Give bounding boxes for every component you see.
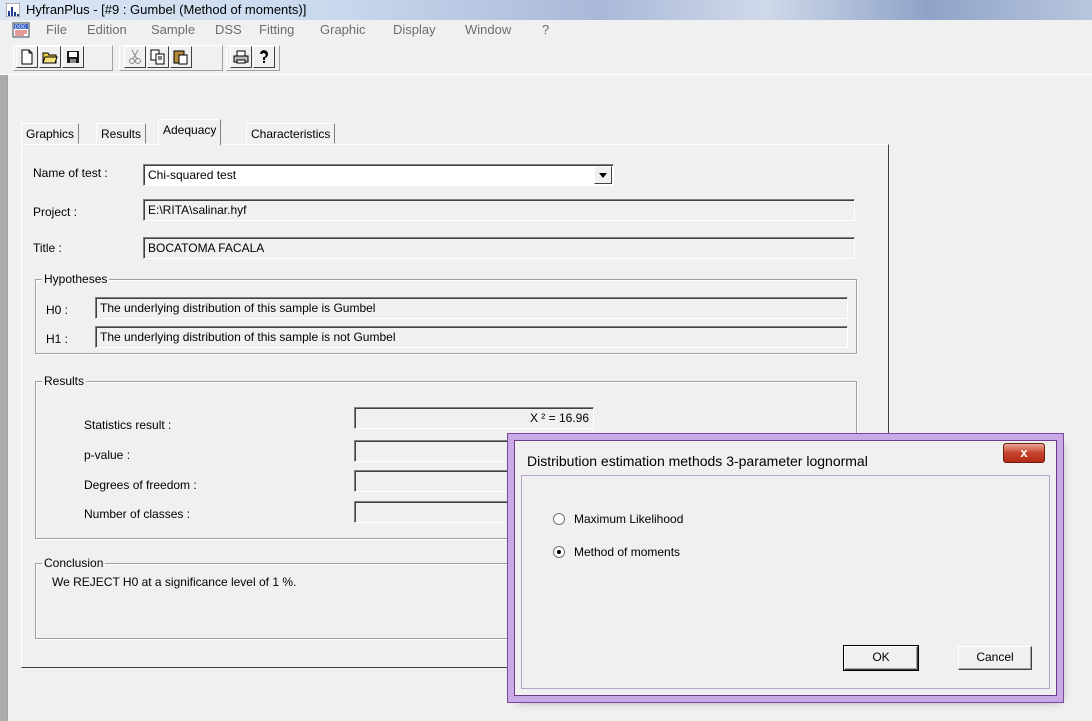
open-button[interactable]: [39, 46, 61, 68]
results-legend: Results: [42, 374, 87, 388]
h0-field: The underlying distribution of this samp…: [95, 297, 848, 319]
h1-label: H1 :: [46, 332, 69, 346]
radio-maximum-likelihood[interactable]: [553, 513, 565, 525]
menu-sample[interactable]: Sample: [151, 22, 195, 37]
test-name-select[interactable]: Chi-squared test: [143, 164, 614, 186]
new-button[interactable]: [16, 46, 38, 68]
print-icon: [233, 50, 249, 64]
chevron-down-icon: [599, 172, 607, 178]
menu-file[interactable]: File: [46, 22, 67, 37]
project-field: E:\RITA\salinar.hyf: [143, 199, 855, 221]
paste-button[interactable]: [170, 46, 192, 68]
project-label: Project :: [33, 205, 78, 219]
menu-bar: DOC File Edition Sample DSS Fitting Grap…: [0, 20, 1092, 40]
conclusion-text: We REJECT H0 at a significance level of …: [52, 575, 297, 589]
menu-edition[interactable]: Edition: [87, 22, 127, 37]
menu-window[interactable]: Window: [465, 22, 511, 37]
menu-graphic[interactable]: Graphic: [320, 22, 366, 37]
option-maximum-likelihood[interactable]: Maximum Likelihood: [553, 511, 733, 527]
tab-graphics[interactable]: Graphics: [21, 123, 80, 144]
h0-value: The underlying distribution of this samp…: [100, 301, 376, 315]
svg-text:DOC: DOC: [15, 25, 27, 31]
open-folder-icon: [42, 52, 58, 64]
dof-label: Degrees of freedom :: [84, 478, 197, 492]
dropdown-button[interactable]: [594, 166, 612, 184]
paste-icon: [173, 50, 188, 65]
conclusion-legend: Conclusion: [42, 556, 106, 570]
statistics-value: X ² = 16.96: [529, 411, 589, 425]
radio-method-of-moments[interactable]: [553, 546, 565, 558]
copy-icon: [150, 49, 165, 65]
tab-characteristics[interactable]: Characteristics: [246, 123, 336, 144]
test-name-value: Chi-squared test: [148, 168, 237, 182]
copy-button[interactable]: [147, 46, 169, 68]
menu-help[interactable]: ?: [542, 22, 549, 37]
hypotheses-legend: Hypotheses: [42, 272, 110, 286]
dialog-title: Distribution estimation methods 3-parame…: [527, 453, 868, 469]
app-chart-icon: [6, 3, 20, 17]
option-label: Maximum Likelihood: [574, 512, 684, 526]
menu-fitting[interactable]: Fitting: [259, 22, 294, 37]
new-icon: [21, 49, 33, 65]
option-label: Method of moments: [574, 545, 681, 559]
pvalue-label: p-value :: [84, 448, 131, 462]
print-button[interactable]: [230, 46, 252, 68]
project-value: E:\RITA\salinar.hyf: [148, 203, 247, 217]
h1-value: The underlying distribution of this samp…: [100, 330, 396, 344]
cut-icon: [129, 49, 141, 64]
save-button[interactable]: [62, 46, 84, 68]
save-icon: [67, 51, 79, 63]
h1-field: The underlying distribution of this samp…: [95, 326, 848, 348]
toolbar: [0, 40, 1092, 75]
tab-adequacy[interactable]: Adequacy: [158, 119, 222, 145]
menu-display[interactable]: Display: [393, 22, 436, 37]
test-name-label: Name of test :: [33, 166, 108, 180]
close-button[interactable]: x: [1003, 443, 1045, 463]
title-label: Title :: [33, 241, 62, 255]
title-value: BOCATOMA FACALA: [148, 241, 265, 255]
tab-results[interactable]: Results: [96, 123, 147, 144]
title-field: BOCATOMA FACALA: [143, 237, 855, 259]
classes-label: Number of classes :: [84, 507, 191, 521]
ok-button[interactable]: OK: [843, 645, 919, 671]
dialog-body: Maximum Likelihood Method of moments OK …: [521, 475, 1050, 689]
menu-dss[interactable]: DSS: [215, 22, 242, 37]
close-icon: x: [1020, 445, 1028, 460]
h0-label: H0 :: [46, 303, 69, 317]
window-title: HyfranPlus - [#9 : Gumbel (Method of mom…: [26, 2, 307, 17]
estimation-method-dialog: Distribution estimation methods 3-parame…: [514, 440, 1057, 696]
cancel-button[interactable]: Cancel: [958, 646, 1032, 670]
document-icon[interactable]: DOC: [12, 22, 30, 38]
title-bar: HyfranPlus - [#9 : Gumbel (Method of mom…: [0, 0, 1092, 20]
option-method-of-moments[interactable]: Method of moments: [553, 544, 733, 560]
statistics-label: Statistics result :: [84, 418, 172, 432]
help-icon: [260, 50, 268, 63]
cut-button[interactable]: [124, 46, 146, 68]
statistics-field: X ² = 16.96: [354, 407, 594, 429]
help-button[interactable]: [253, 46, 275, 68]
